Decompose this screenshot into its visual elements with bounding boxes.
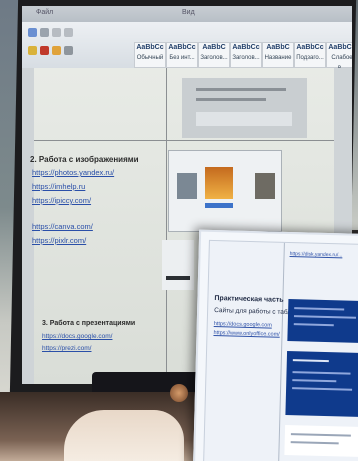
sheet-header-link[interactable]: https://disk.yandex.ru/...	[290, 251, 343, 258]
gallery-thumbnail	[255, 173, 275, 199]
doc-link[interactable]: https://ipiccy.com/	[32, 196, 91, 205]
placeholder-line	[293, 323, 334, 327]
gallery-thumbnail	[177, 173, 197, 199]
style-label: Заголов...	[232, 55, 260, 61]
gallery-button[interactable]	[205, 203, 233, 208]
placeholder-line	[292, 379, 337, 383]
gallery-thumbnail	[205, 167, 233, 199]
undo-icon[interactable]	[28, 28, 37, 37]
style-subtle-emphasis[interactable]: AaBbCc Слабое в...	[326, 42, 352, 71]
style-sample: AaBbC	[202, 44, 226, 51]
placeholder-line	[196, 98, 266, 101]
power-button-icon	[170, 384, 188, 402]
placeholder-box	[196, 112, 292, 126]
sheet-link[interactable]: https://docs.google.com	[214, 321, 272, 329]
section-heading-presentations: 3. Работа с презентациями	[42, 320, 136, 327]
placeholder-line	[293, 315, 356, 319]
highlight-icon[interactable]	[28, 46, 37, 55]
style-label: Без инт...	[169, 55, 195, 61]
style-sample: AaBbCc	[232, 44, 260, 51]
photo-scene: Файл Вид AaBbCc Обычный AaBbCc Без инт..…	[0, 0, 358, 461]
title-text-right: Вид	[182, 9, 195, 16]
bullets-icon[interactable]	[52, 28, 61, 37]
table-column-divider	[166, 68, 167, 384]
style-subtitle[interactable]: AaBbCc Подзаго...	[294, 42, 326, 68]
style-title[interactable]: AaBbC Название	[262, 42, 294, 68]
doc-link[interactable]: https://imhelp.ru	[32, 182, 85, 191]
printed-sheet-table: https://disk.yandex.ru/... Практическая …	[202, 239, 358, 461]
doc-link[interactable]: https://photos.yandex.ru/	[32, 168, 114, 177]
placeholder-line	[292, 371, 351, 375]
style-label: Название	[264, 55, 292, 61]
sheet-screenshot-block	[285, 350, 358, 418]
placeholder-line	[196, 88, 286, 91]
section-heading-images: 2. Работа с изображениями	[30, 155, 139, 164]
style-sample: AaBbC	[266, 44, 290, 51]
placeholder-line	[290, 433, 351, 437]
word-ribbon: AaBbCc Обычный AaBbCc Без инт... AaBbC З…	[22, 22, 352, 71]
doc-link[interactable]: https://canva.com/	[32, 222, 93, 231]
placeholder-line	[292, 387, 353, 391]
style-sample: AaBbCc	[136, 44, 164, 51]
placeholder-line	[294, 307, 345, 311]
style-label: Подзаго...	[296, 55, 324, 61]
style-normal[interactable]: AaBbCc Обычный	[134, 42, 166, 68]
style-no-spacing[interactable]: AaBbCc Без инт...	[166, 42, 198, 68]
embedded-screenshot-small	[162, 240, 194, 290]
placeholder-line	[166, 276, 190, 280]
style-heading-2[interactable]: AaBbCc Заголов...	[230, 42, 262, 68]
table-row-divider	[34, 140, 334, 141]
style-label: Обычный	[136, 55, 164, 61]
window-titlebar: Файл Вид	[22, 6, 352, 22]
title-text-left: Файл	[36, 9, 54, 16]
placeholder-line	[292, 359, 329, 363]
style-sample: AaBbCc	[296, 44, 324, 51]
style-heading-1[interactable]: AaBbC Заголов...	[198, 42, 230, 68]
doc-link[interactable]: https://prezi.com/	[42, 345, 92, 352]
redo-icon[interactable]	[40, 28, 49, 37]
doc-link[interactable]: https://docs.google.com/	[42, 333, 112, 340]
style-sample: AaBbCc	[168, 44, 196, 51]
doc-link[interactable]: https://pixlr.com/	[32, 236, 86, 245]
shading-icon[interactable]	[52, 46, 61, 55]
align-icon[interactable]	[64, 46, 73, 55]
sheet-column-divider	[277, 242, 285, 461]
printed-sheet: https://disk.yandex.ru/... Практическая …	[192, 229, 358, 461]
font-color-icon[interactable]	[40, 46, 49, 55]
embedded-screenshot-gallery	[168, 150, 282, 232]
numbering-icon[interactable]	[64, 28, 73, 37]
placeholder-line	[290, 441, 339, 445]
sheet-link[interactable]: https://www.onlyoffice.com/	[213, 330, 279, 338]
style-label: Заголов...	[200, 55, 228, 61]
sheet-screenshot-block	[284, 424, 358, 458]
style-sample: AaBbCc	[328, 44, 352, 51]
sheet-screenshot-block	[287, 298, 358, 344]
embedded-screenshot-top	[182, 78, 307, 138]
sheet-title: Практическая часть	[214, 295, 284, 304]
hand	[64, 410, 184, 461]
